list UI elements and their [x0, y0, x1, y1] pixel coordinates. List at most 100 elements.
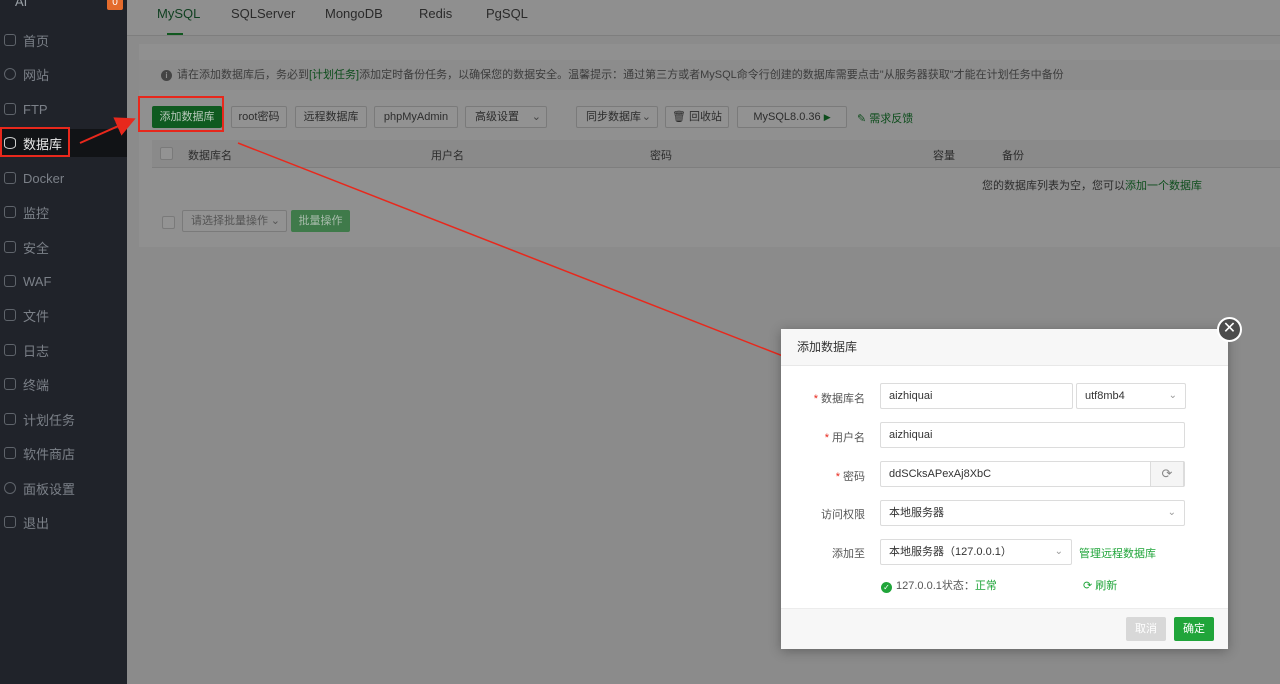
sidebar-item-label: 计划任务 [23, 412, 76, 428]
sync-database-label: 同步数据库 [586, 111, 641, 123]
password-label-text: 密码 [843, 471, 865, 483]
batch-operation-select[interactable]: 请选择批量操作 ⌄ [182, 210, 287, 232]
remote-database-button[interactable]: 远程数据库 [295, 106, 367, 128]
mysql-version-button[interactable]: MySQL8.0.36 ▶ [737, 106, 847, 128]
play-icon: ▶ [823, 112, 831, 122]
sidebar-item-ftp[interactable]: FTP [0, 95, 127, 123]
sidebar-item-label: 面板设置 [23, 481, 76, 497]
regenerate-password-button[interactable]: ⟳ [1150, 461, 1184, 487]
sidebar-item-logs[interactable]: 日志 [0, 336, 127, 364]
sidebar-item-cron[interactable]: 计划任务 [0, 405, 127, 433]
manage-remote-db-link[interactable]: 管理远程数据库 [1079, 545, 1156, 561]
sidebar-item-label: 终端 [23, 377, 50, 393]
db-name-input[interactable]: aizhiquai [880, 383, 1073, 409]
password-label: * 密码 [785, 468, 865, 484]
add-database-dialog: 添加数据库 * 数据库名 aizhiquai utf8mb4 ⌄ * 用户名 aizh… [781, 329, 1228, 649]
docker-icon [4, 172, 16, 184]
annotation-box-sidebar [0, 127, 70, 157]
trash-icon: 🗑 [671, 111, 690, 123]
shield-icon [4, 241, 16, 253]
sidebar-item-security[interactable]: 安全 [0, 233, 127, 261]
chevron-down-icon: ⌄ [641, 111, 651, 123]
logout-icon [4, 516, 16, 528]
tab-pgsql[interactable]: PgSQL [486, 6, 528, 21]
log-icon [4, 344, 16, 356]
phpmyadmin-button[interactable]: phpMyAdmin [374, 106, 458, 128]
batch-operation-button[interactable]: 批量操作 [291, 210, 350, 232]
tab-mysql[interactable]: MySQL [157, 6, 200, 21]
terminal-icon [4, 378, 16, 390]
sidebar-item-docker[interactable]: Docker [0, 164, 127, 192]
sidebar-item-files[interactable]: 文件 [0, 301, 127, 329]
globe-icon [4, 68, 16, 80]
sync-database-dropdown[interactable]: 同步数据库 ⌄ [576, 106, 658, 128]
col-password: 密码 [650, 150, 672, 162]
empty-message: 您的数据库列表为空，您可以 [982, 180, 1125, 192]
cron-link[interactable]: [计划任务] [309, 69, 359, 81]
col-username[interactable]: 用户名 [431, 147, 464, 163]
batch-select-checkbox[interactable] [162, 216, 175, 229]
tab-redis[interactable]: Redis [419, 6, 452, 21]
recycle-bin-button[interactable]: 🗑 回收站 [665, 106, 729, 128]
active-tab-indicator [167, 33, 183, 35]
required-mark: * [835, 471, 840, 483]
server-status: ✓ 127.0.0.1状态：正常 [881, 577, 997, 593]
monitor-icon [4, 206, 16, 218]
status-prefix: 127.0.0.1状态： [896, 580, 975, 592]
sidebar-item-settings[interactable]: 面板设置 [0, 474, 127, 502]
backup-notice: i 请在添加数据库后，务必到[计划任务]添加定时备份任务，以确保您的数据安全。温… [139, 60, 1280, 90]
charset-select[interactable]: utf8mb4 ⌄ [1076, 383, 1186, 409]
add-to-label: 添加至 [832, 548, 865, 560]
sidebar-item-label: 安全 [23, 240, 50, 256]
sidebar-item-logout[interactable]: 退出 [0, 508, 127, 536]
refresh-label: 刷新 [1095, 580, 1118, 592]
confirm-button[interactable]: 确定 [1174, 617, 1214, 641]
chevron-down-icon: ⌄ [531, 111, 541, 123]
notification-badge[interactable]: 0 [107, 0, 123, 10]
table-header: 数据库名 用户名 密码 容量 备份 [152, 140, 1280, 168]
sidebar-item-terminal[interactable]: 终端 [0, 370, 127, 398]
batch-select-placeholder: 请选择批量操作 [191, 215, 268, 227]
mysql-version-label: MySQL8.0.36 [753, 111, 821, 123]
close-icon[interactable]: ✕ [1217, 317, 1242, 342]
required-mark: * [813, 393, 818, 405]
grid-icon [4, 447, 16, 459]
password-input[interactable]: ddSCksAPexAj8XbC ⟳ [880, 461, 1185, 487]
username-label-text: 用户名 [832, 432, 865, 444]
tab-mongodb[interactable]: MongoDB [325, 6, 383, 21]
feedback-link[interactable]: ✎ 需求反馈 [857, 110, 913, 126]
empty-text: 您的数据库列表为空，您可以添加一个数据库 [982, 177, 1202, 193]
col-db-name[interactable]: 数据库名 [188, 147, 232, 163]
gear-icon [4, 482, 16, 494]
refresh-status-link[interactable]: ⟳ 刷新 [1083, 577, 1117, 593]
empty-table-row: 您的数据库列表为空，您可以添加一个数据库 [152, 168, 1280, 198]
col-backup: 备份 [1002, 150, 1024, 162]
sidebar-item-waf[interactable]: WAF [0, 267, 127, 295]
feedback-label: 需求反馈 [869, 113, 914, 125]
root-password-button[interactable]: root密码 [231, 106, 287, 128]
cancel-button[interactable]: 取消 [1126, 617, 1166, 641]
clock-icon [4, 413, 16, 425]
chevron-down-icon: ⌄ [270, 215, 280, 227]
sidebar-item-website[interactable]: 网站 [0, 60, 127, 88]
access-select[interactable]: 本地服务器 ⌄ [880, 500, 1185, 526]
sidebar-item-monitor[interactable]: 监控 [0, 198, 127, 226]
chevron-down-icon: ⌄ [1054, 546, 1063, 557]
username-input[interactable]: aizhiquai [880, 422, 1185, 448]
sidebar-item-label: FTP [23, 101, 48, 117]
advanced-settings-dropdown[interactable]: 高级设置 ⌄ [465, 106, 547, 128]
sidebar-item-label: 首页 [23, 33, 50, 49]
dialog-title: 添加数据库 [781, 329, 1228, 366]
tab-sqlserver[interactable]: SQLServer [231, 6, 295, 21]
add-to-select[interactable]: 本地服务器（127.0.0.1） ⌄ [880, 539, 1072, 565]
sidebar-item-label: 退出 [23, 515, 50, 531]
sidebar-item-store[interactable]: 软件商店 [0, 439, 127, 467]
dialog-footer: 取消 确定 [781, 608, 1228, 649]
select-all-checkbox[interactable] [160, 147, 173, 160]
add-database-link[interactable]: 添加一个数据库 [1125, 180, 1202, 192]
edit-icon: ✎ [857, 113, 870, 125]
folder-icon [4, 309, 16, 321]
chevron-down-icon: ⌄ [1168, 390, 1177, 401]
sidebar-item-home[interactable]: 首页 [0, 26, 127, 54]
password-value: ddSCksAPexAj8XbC [889, 468, 992, 480]
